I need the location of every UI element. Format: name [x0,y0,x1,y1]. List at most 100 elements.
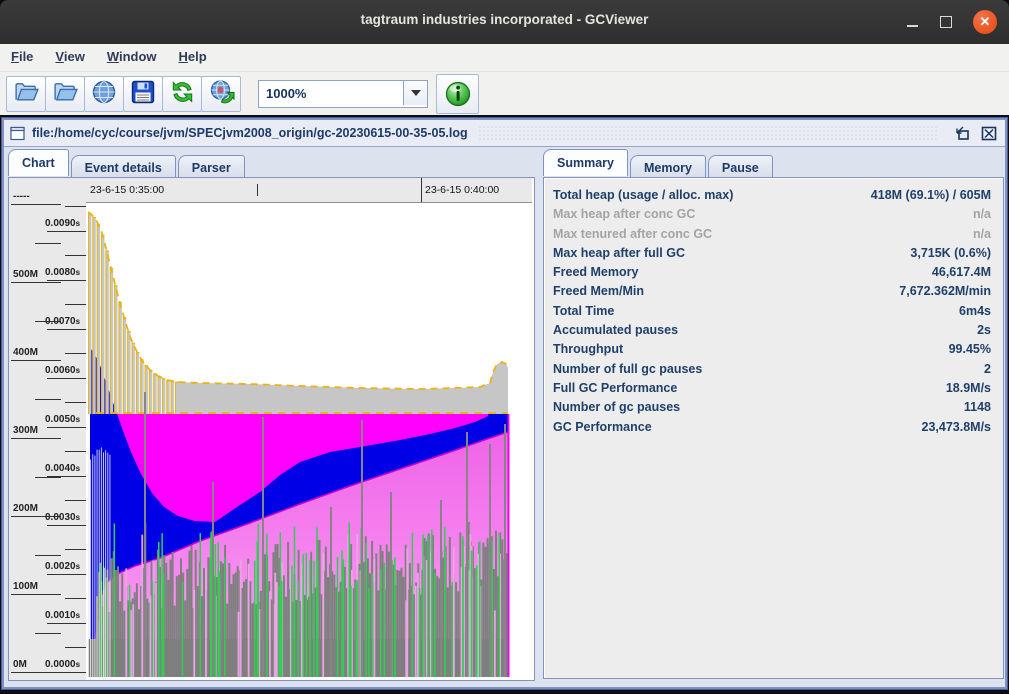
desktop-pane: file:/home/cyc/course/jvm/SPECjvm2008_or… [0,115,1009,694]
summary-row: Freed Mem/Min7,672.362M/min [544,282,1003,301]
axis-tick [65,549,86,550]
axis-tick-label: 400M [13,347,38,358]
open-file-button[interactable] [6,76,46,112]
axis-tick [35,633,61,634]
summary-value: n/a [973,205,991,224]
summary-label: Max tenured after conc GC [553,225,712,244]
summary-row: Freed Memory46,617.4M [544,263,1003,282]
summary-row: Max tenured after conc GCn/a [544,225,1003,244]
axis-tick [35,477,61,478]
refresh-button[interactable] [162,76,202,112]
tab-memory[interactable]: Memory [630,155,706,179]
axis-tick [65,647,86,648]
axis-tick [47,476,86,477]
tab-event-details[interactable]: Event details [71,155,176,179]
maximize-icon [940,16,952,28]
chart-time-ruler: 23-6-15 0:35:0023-6-15 0:40:00 [86,178,532,203]
refresh-icon [169,79,196,110]
close-icon: ✕ [980,15,991,28]
axis-tick-label: 200M [13,503,38,514]
restore-icon [955,126,971,141]
axis-tick [47,427,86,428]
folder-open-icon [52,79,79,109]
log-internal-frame: file:/home/cyc/course/jvm/SPECjvm2008_or… [2,118,1007,689]
summary-row: Number of full gc pauses2 [544,360,1003,379]
summary-label: Throughput [553,340,623,359]
menu-item-help[interactable]: Help [168,44,218,64]
axis-tick [47,672,86,673]
globe-icon [91,79,117,110]
frame-title: file:/home/cyc/course/jvm/SPECjvm2008_or… [32,126,468,140]
axis-tick [47,525,86,526]
right-tab-bar: SummaryMemoryPause [543,149,775,178]
export-button[interactable] [123,76,163,112]
axis-tick-label: 0M [13,659,27,670]
menu-item-file[interactable]: File [0,44,44,64]
chart-pane: -----500M400M300M200M100M0M0.0090s0.0080… [8,177,535,681]
gc-chart-plot[interactable] [86,203,532,680]
axis-tick-label: ----- [13,191,30,202]
tab-parser[interactable]: Parser [178,155,245,179]
folder-open-icon [13,79,40,109]
axis-tick [35,399,61,400]
summary-label: Number of gc pauses [553,398,680,417]
zoom-combobox[interactable]: 1000% [258,80,428,108]
minimize-button[interactable] [901,11,923,33]
axis-tick [35,555,61,556]
axis-tick-label: 0.0070s [45,316,80,327]
gcviewer-app: tagtraum industries incorporated - GCVie… [0,0,1009,694]
chevron-down-icon [411,90,421,96]
axis-tick-label: 0.0010s [45,610,80,621]
frame-content: ChartEvent detailsParser SummaryMemoryPa… [4,147,1005,687]
tab-summary[interactable]: Summary [543,149,628,176]
summary-label: Freed Memory [553,263,638,282]
chart-axis-gutter: -----500M400M300M200M100M0M0.0090s0.0080… [9,178,86,680]
maximize-button[interactable] [935,11,957,33]
about-button[interactable] [436,74,479,114]
ruler-tick [421,178,422,202]
frame-close-button[interactable] [979,124,999,142]
axis-tick [65,500,86,501]
save-icon [130,79,156,110]
summary-label: Number of full gc pauses [553,360,702,379]
axis-tick [47,329,86,330]
summary-row: Accumulated pauses 2s [544,321,1003,340]
axis-tick [47,378,86,379]
menu-item-window[interactable]: Window [96,44,168,64]
tab-pause[interactable]: Pause [708,155,773,179]
menu-item-view[interactable]: View [44,44,95,64]
summary-value: 2s [977,321,991,340]
summary-label: Total Time [553,302,614,321]
axis-tick [11,360,61,361]
summary-row: Max heap after conc GCn/a [544,205,1003,224]
axis-tick [65,598,86,599]
frame-close-icon [981,126,997,141]
open-url-button[interactable] [84,76,124,112]
summary-label: Max heap after full GC [553,244,685,263]
window-titlebar: tagtraum industries incorporated - GCVie… [0,0,1009,44]
summary-value: 7,672.362M/min [899,282,991,301]
frame-titlebar[interactable]: file:/home/cyc/course/jvm/SPECjvm2008_or… [4,120,1005,147]
ruler-tick [257,184,258,196]
watch-button[interactable] [201,76,241,112]
axis-tick-label: 0.0020s [45,561,80,572]
summary-label: Accumulated pauses [553,321,678,340]
open-recent-button[interactable] [45,76,85,112]
toolbar: 1000% [0,72,1009,116]
tab-chart[interactable]: Chart [8,149,69,176]
axis-tick [47,231,86,232]
summary-value: 3,715K (0.6%) [910,244,991,263]
summary-value: 23,473.8M/s [922,418,992,437]
summary-row: Max heap after full GC 3,715K (0.6%) [544,244,1003,263]
info-icon [444,80,472,108]
axis-tick [47,280,86,281]
summary-label: Total heap (usage / alloc. max) [553,186,733,205]
summary-row: Number of gc pauses 1148 [544,398,1003,417]
left-tab-bar: ChartEvent detailsParser [8,149,247,178]
combobox-arrow-button[interactable] [403,81,427,105]
frame-restore-button[interactable] [953,124,973,142]
close-button[interactable]: ✕ [973,10,997,34]
ruler-timestamp: 23-6-15 0:40:00 [425,184,499,196]
summary-row: Total Time6m4s [544,302,1003,321]
summary-value: 1148 [964,398,991,417]
